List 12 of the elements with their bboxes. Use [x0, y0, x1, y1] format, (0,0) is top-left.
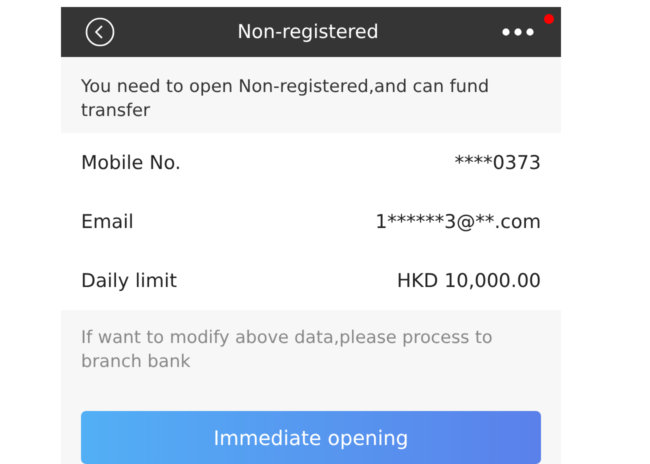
page-title: Non-registered — [237, 21, 379, 43]
row-value: 1******3@**.com — [375, 210, 541, 232]
hint-text: If want to modify above data,please process to branch bank — [81, 327, 494, 374]
row-label: Email — [81, 210, 134, 232]
row-label: Daily limit — [81, 270, 177, 292]
row-value: HKD 10,000.00 — [396, 270, 541, 292]
row-value: ****0373 — [454, 152, 541, 174]
more-icon[interactable] — [501, 26, 535, 38]
notice-text: You need to open Non-registered,and can fund transfer — [81, 77, 490, 121]
back-icon[interactable] — [85, 17, 115, 47]
open-button[interactable]: Immediate opening — [81, 411, 541, 464]
row-label: Mobile No. — [81, 152, 181, 174]
